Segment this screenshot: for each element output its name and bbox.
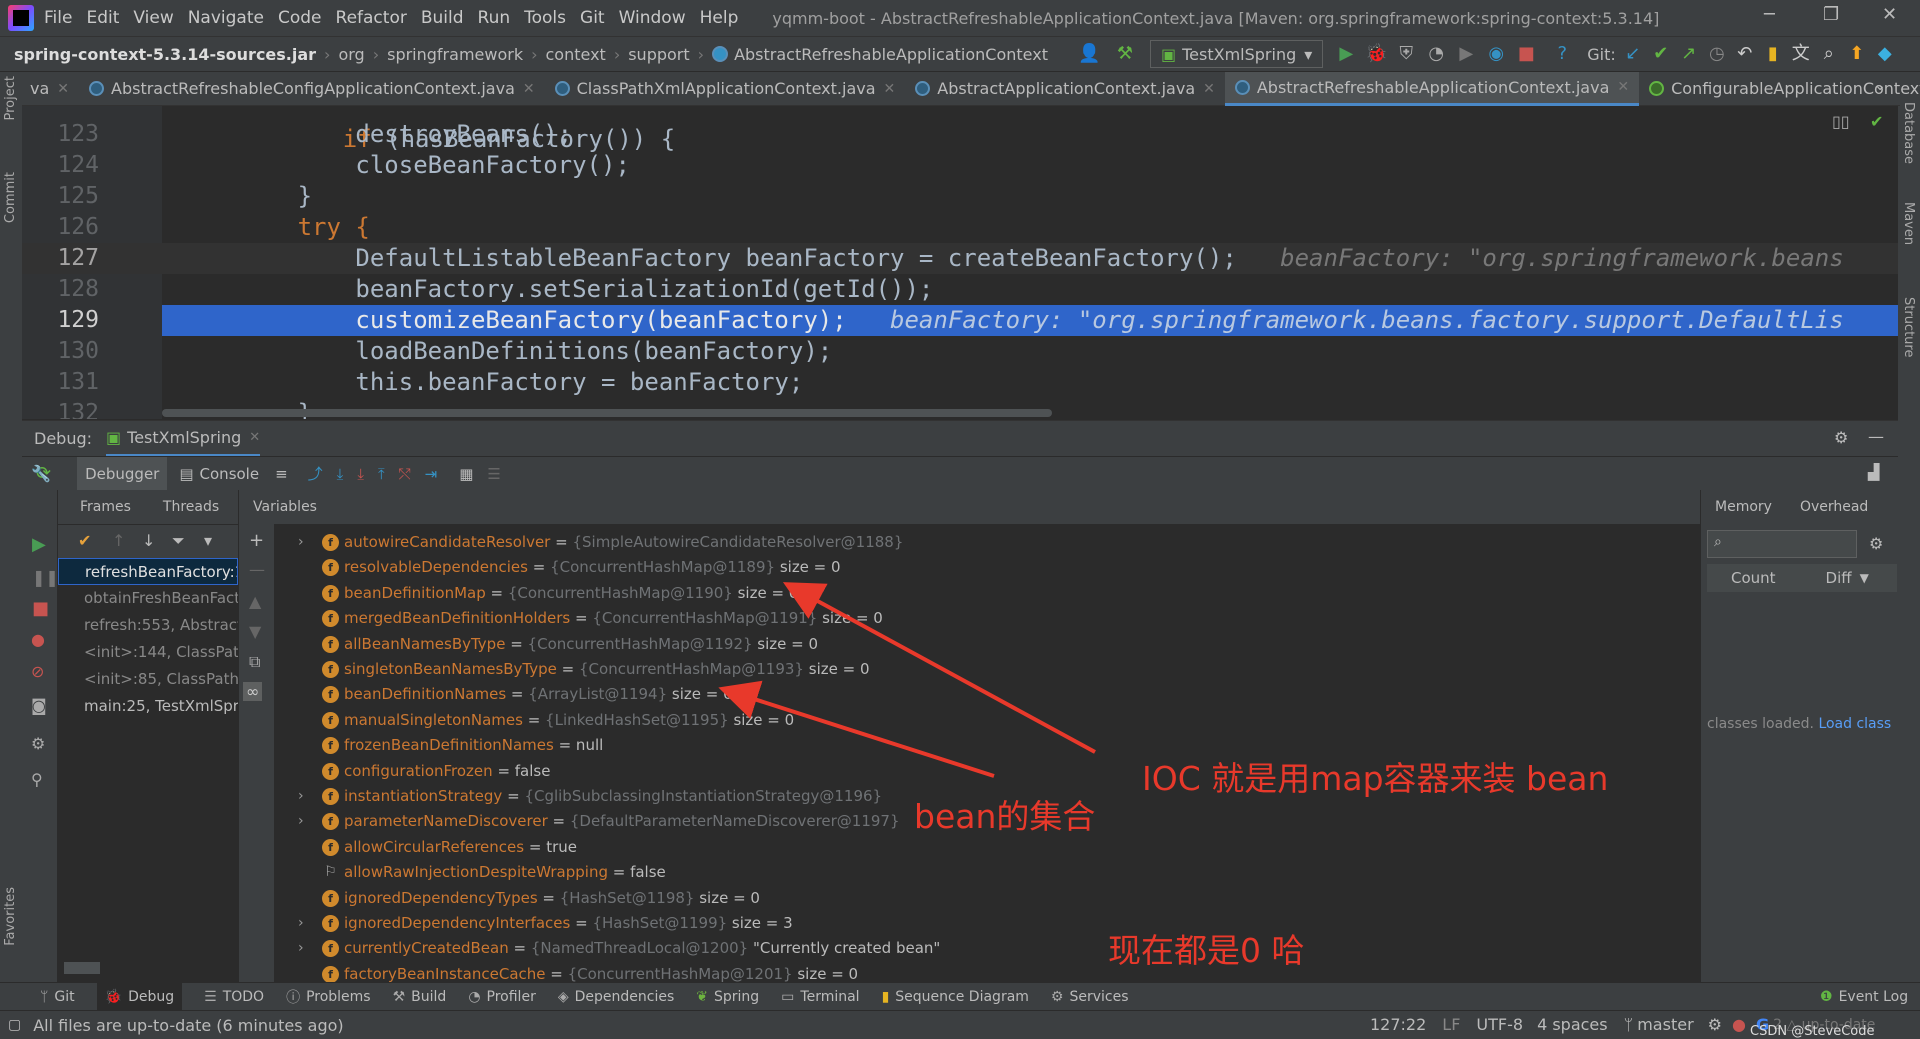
indent-setting[interactable]: 4 spaces [1537, 1015, 1608, 1034]
tool-build[interactable]: ⚒ Build [393, 989, 447, 1005]
event-log-icon: ❶ [1820, 988, 1833, 1005]
tool-terminal[interactable]: ▭ Terminal [781, 989, 859, 1005]
tool-profiler[interactable]: ◔ Profiler [468, 989, 536, 1005]
status-bar: ▢ All files are up-to-date (6 minutes ag… [0, 1010, 1920, 1039]
list-icon: ☰ [204, 988, 217, 1005]
file-encoding[interactable]: UTF-8 [1476, 1015, 1523, 1034]
tool-todo[interactable]: ☰ TODO [204, 989, 264, 1005]
status-square-icon[interactable]: ▢ [8, 1017, 21, 1033]
tool-sequence-diagram[interactable]: ▮ Sequence Diagram [882, 989, 1029, 1005]
annotation-arrows [718, 582, 1096, 778]
debug-bug-icon: 🐞 [104, 988, 123, 1005]
hammer-icon: ⚒ [392, 988, 406, 1005]
tool-git[interactable]: ᛘ Git [40, 989, 75, 1005]
error-icon[interactable]: ● [1732, 1015, 1746, 1034]
tool-event-log[interactable]: ❶ Event Log [1820, 989, 1908, 1005]
tool-spring[interactable]: ❦ Spring [696, 989, 759, 1005]
annotation-zero: 现在都是0 哈 [1108, 931, 1305, 970]
spring-leaf-icon: ❦ [696, 988, 708, 1005]
tool-dependencies[interactable]: ◈ Dependencies [558, 989, 674, 1005]
annotation-ioc: IOC 就是用map容器来装 bean [1142, 759, 1609, 798]
sequence-diagram-icon: ▮ [881, 988, 890, 1005]
tool-services[interactable]: ⚙ Services [1051, 989, 1129, 1005]
tool-problems[interactable]: ⓘ Problems [286, 987, 371, 1007]
services-icon: ⚙ [1050, 988, 1064, 1005]
terminal-icon: ▭ [781, 988, 795, 1005]
annotation-arrow [718, 680, 995, 778]
line-separator[interactable]: LF [1442, 1015, 1460, 1034]
status-message: All files are up-to-date (6 minutes ago) [33, 1015, 344, 1035]
caret-position[interactable]: 127:22 [1370, 1015, 1426, 1034]
annotation-bean-set: bean的集合 [914, 797, 1096, 836]
tool-window-bar: ᛘ Git 🐞 Debug ☰ TODO ⓘ Problems ⚒ Build ◔ Prof… [0, 982, 1920, 1011]
profiler-icon: ◔ [468, 988, 481, 1005]
tool-debug[interactable]: 🐞 Debug [96, 982, 183, 1011]
git-icon: ᛘ [40, 988, 49, 1005]
stack-icon: ◈ [557, 988, 569, 1005]
watermark: CSDN @SteveCode [1750, 1024, 1875, 1039]
git-branch[interactable]: master [1637, 1015, 1693, 1034]
info-icon: ⓘ [286, 989, 301, 1006]
settings-icon[interactable]: ⚙ [1708, 1015, 1722, 1034]
git-branch-icon: ᛘ [1623, 1015, 1634, 1034]
